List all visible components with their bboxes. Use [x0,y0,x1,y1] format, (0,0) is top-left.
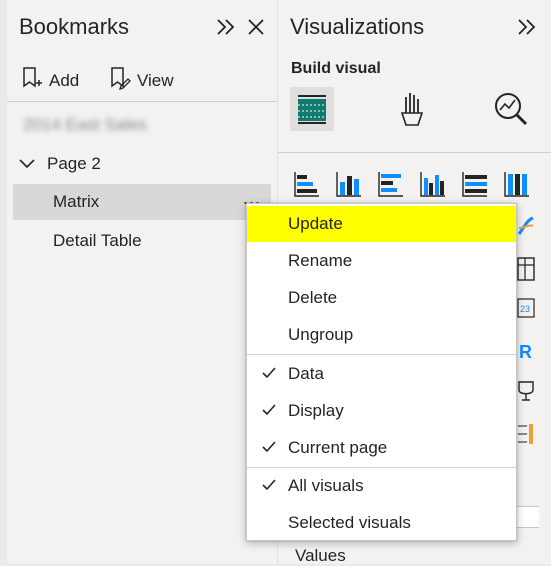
menu-item-rename[interactable]: Rename [247,243,516,279]
view-label: View [137,70,174,90]
clustered-bar-chart-icon[interactable] [377,170,405,198]
menu-item-label: Update [288,214,343,233]
card-icon[interactable]: 23 [517,296,535,324]
svg-text:23: 23 [520,304,530,314]
format-visual-icon[interactable] [391,87,435,131]
checkmark-icon [261,365,277,381]
menu-item-update[interactable]: Update [247,206,516,242]
matrix-icon[interactable] [517,256,535,284]
100-stacked-bar-chart-icon[interactable] [461,170,489,198]
menu-item-label: Delete [288,288,338,307]
clustered-column-chart-icon[interactable] [419,170,447,198]
menu-item-label: Ungroup [288,325,354,344]
menu-item-display[interactable]: Display [247,393,516,429]
view-bookmark-icon [109,66,131,95]
add-bookmark-button[interactable]: Add [21,66,79,95]
r-visual-icon[interactable]: R [517,338,535,366]
menu-item-delete[interactable]: Delete [247,280,516,316]
bookmark-context-menu: Update Rename Delete Ungroup Data Displa… [246,203,517,541]
field-well-input[interactable] [516,506,539,528]
menu-item-label: Display [288,401,344,420]
bookmarks-title: Bookmarks [19,14,130,39]
menu-item-label: Rename [288,251,353,270]
collapse-chevrons-icon[interactable] [516,14,538,40]
toolbar-divider [7,101,277,102]
values-label: Values [295,546,346,565]
chevron-down-icon[interactable] [19,158,35,170]
menu-item-ungroup[interactable]: Ungroup [247,317,516,353]
ribbon-chart-icon[interactable] [517,214,535,242]
bookmark-item[interactable]: 2014 East Sales [13,107,271,143]
bookmark-label: Detail Table [53,231,142,250]
svg-text:R: R [519,342,532,362]
decomposition-tree-icon[interactable] [517,420,535,448]
bookmark-group-label: Page 2 [47,154,101,173]
checkmark-icon [261,477,277,493]
menu-item-label: All visuals [288,476,364,495]
add-bookmark-icon [21,66,43,95]
bookmark-label: Matrix [53,192,100,211]
key-influencers-icon[interactable] [517,378,535,406]
bookmarks-pane: Bookmarks Add View 2014 East Sales Page … [7,0,278,564]
view-bookmark-button[interactable]: View [109,66,174,95]
build-visual-icon[interactable] [290,87,334,131]
menu-item-label: Current page [288,438,388,457]
visualizations-title: Visualizations [290,14,425,39]
close-icon[interactable] [245,14,267,40]
analytics-icon[interactable] [489,87,533,131]
stacked-bar-chart-icon[interactable] [293,170,321,198]
checkmark-icon [261,439,277,455]
bookmark-group-page-2[interactable]: Page 2 [13,146,271,182]
visual-gallery-divider [278,152,551,153]
build-visual-label: Build visual [291,60,381,77]
bookmark-item-detail-table[interactable]: Detail Table [13,223,271,259]
menu-item-label: Selected visuals [288,513,411,532]
menu-item-all-visuals[interactable]: All visuals [247,468,516,504]
bookmark-label-blurred: 2014 East Sales [23,115,147,134]
menu-item-label: Data [288,364,324,383]
menu-separator [247,354,516,355]
bookmark-item-matrix[interactable]: Matrix ... [13,184,271,220]
add-label: Add [49,70,80,90]
menu-item-selected-visuals[interactable]: Selected visuals [247,505,516,541]
menu-item-data[interactable]: Data [247,356,516,392]
menu-item-current-page[interactable]: Current page [247,430,516,466]
checkmark-icon [261,402,277,418]
100-stacked-column-chart-icon[interactable] [503,170,531,198]
stacked-column-chart-icon[interactable] [335,170,363,198]
collapse-chevrons-icon[interactable] [215,14,237,40]
